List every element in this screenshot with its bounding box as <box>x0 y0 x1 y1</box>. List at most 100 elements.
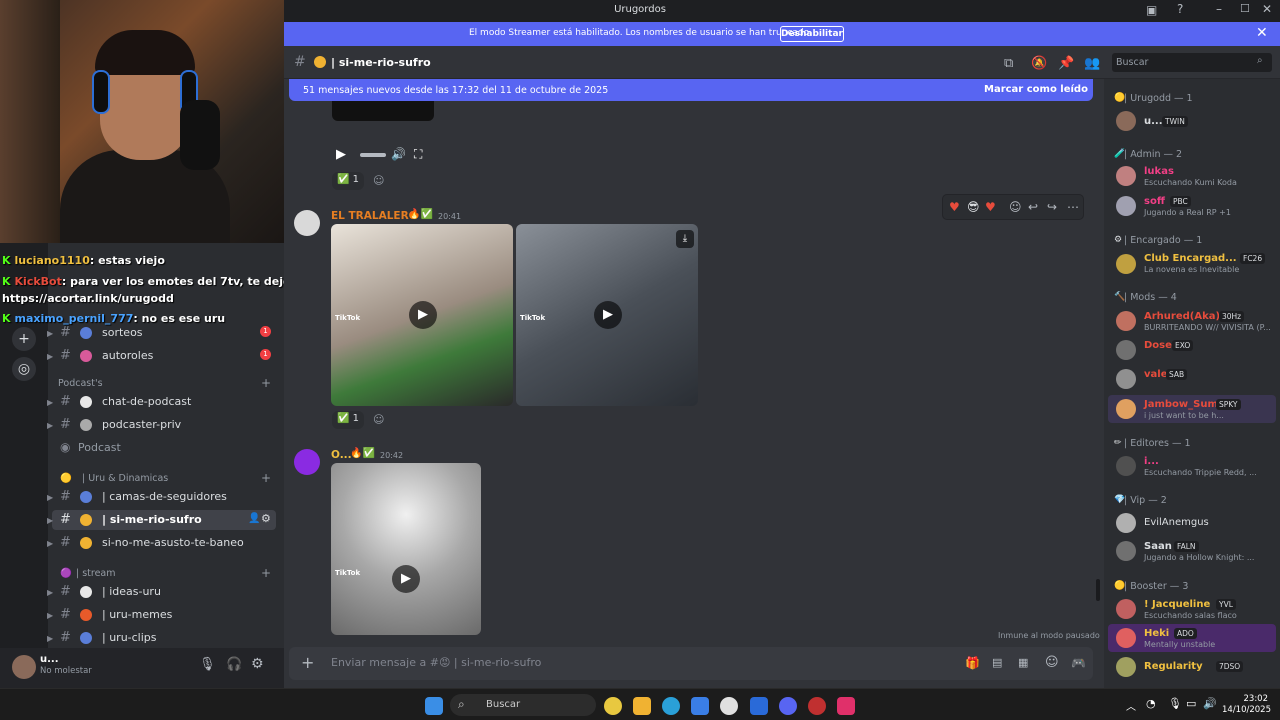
member-name[interactable]: lukas <box>1144 166 1174 177</box>
taskbar-search[interactable]: Buscar <box>450 694 596 716</box>
emoji-icon[interactable]: ☺ <box>1045 655 1059 670</box>
sticker-icon[interactable]: ▦ <box>1018 656 1028 669</box>
volume-icon[interactable]: 🔊 <box>1203 697 1217 710</box>
avatar[interactable] <box>1116 254 1136 274</box>
add-reaction-icon[interactable]: ☺ <box>373 413 384 426</box>
notification-bell-icon[interactable]: 🔕 <box>1031 56 1047 71</box>
settings-icon[interactable]: ⚙ <box>251 656 264 672</box>
avatar[interactable] <box>1116 166 1136 186</box>
category-stream[interactable]: | stream <box>76 568 116 579</box>
channel-uru-clips[interactable]: | uru-clips <box>102 631 157 644</box>
category-uru-dinamicas[interactable]: | Uru & Dinamicas <box>82 473 168 484</box>
cool-face-reaction-icon[interactable]: 😎 <box>967 200 980 214</box>
add-channel-icon[interactable]: + <box>261 471 271 485</box>
avatar[interactable] <box>1116 599 1136 619</box>
message-composer[interactable]: + Enviar mensaje a #😡 | si-me-rio-sufro … <box>289 647 1093 680</box>
network-icon[interactable]: ▭ <box>1186 697 1196 710</box>
avatar[interactable] <box>12 655 36 679</box>
message-author[interactable]: EL TRALALERO <box>331 210 418 222</box>
chatgpt-icon[interactable] <box>720 697 738 715</box>
add-server-icon[interactable]: + <box>12 327 36 351</box>
avatar[interactable] <box>294 210 320 236</box>
maximize-button[interactable]: ☐ <box>1240 2 1250 15</box>
volume-icon[interactable]: 🔊 <box>391 147 406 161</box>
avatar[interactable] <box>1116 399 1136 419</box>
avatar[interactable] <box>1116 513 1136 533</box>
chevron-up-icon[interactable]: ︿ <box>1126 698 1136 713</box>
play-icon[interactable]: ▶ <box>392 565 420 593</box>
channel-camas-de-seguidores[interactable]: | camas-de-seguidores <box>102 490 227 503</box>
apps-icon[interactable]: 🎮 <box>1071 656 1086 670</box>
avatar[interactable] <box>1116 369 1136 389</box>
volume-slider[interactable] <box>360 153 386 157</box>
avatar[interactable] <box>1116 311 1136 331</box>
system-clock[interactable]: 23:02 14/10/2025 <box>1222 694 1271 716</box>
member-name[interactable]: Jambow_Sum <box>1144 399 1218 410</box>
tiktok-video-1[interactable]: TikTok ▶ <box>331 224 513 406</box>
heart-reaction-icon[interactable]: ♥ <box>949 200 960 214</box>
gift-icon[interactable]: 🎁 <box>965 656 980 670</box>
file-explorer-icon[interactable] <box>633 697 651 715</box>
channel-ideas-uru[interactable]: | ideas-uru <box>102 585 161 598</box>
mark-as-read-button[interactable]: Marcar como leído <box>984 84 1088 95</box>
member-name[interactable]: soff <box>1144 196 1165 207</box>
play-icon[interactable]: ▶ <box>594 301 622 329</box>
add-reaction-icon[interactable]: ☺ <box>1009 200 1022 214</box>
store-icon[interactable] <box>691 697 709 715</box>
discord-icon[interactable] <box>779 697 797 715</box>
disable-streamer-button[interactable]: Deshabilitar <box>780 26 844 42</box>
avatar[interactable] <box>1116 196 1136 216</box>
scrollbar[interactable] <box>1096 579 1100 601</box>
more-options-icon[interactable]: ⋯ <box>1067 200 1079 214</box>
explore-icon[interactable]: ◎ <box>12 357 36 381</box>
member-name[interactable]: u... <box>1144 116 1163 127</box>
help-icon[interactable]: ? <box>1177 2 1183 16</box>
reaction-chip[interactable]: ✅ 1 <box>332 172 365 190</box>
member-name[interactable]: Heki <box>1144 628 1169 639</box>
download-icon[interactable]: ⤓ <box>676 230 694 248</box>
channel-si-no-me-asusto[interactable]: si-no-me-asusto-te-baneo <box>102 536 244 549</box>
avatar[interactable] <box>1116 541 1136 561</box>
minimize-button[interactable]: – <box>1216 2 1222 16</box>
app-icon[interactable] <box>808 697 826 715</box>
add-channel-icon[interactable]: + <box>261 566 271 580</box>
member-name[interactable]: Arhured(Aka) <box>1144 311 1220 322</box>
avatar[interactable] <box>1116 111 1136 131</box>
member-name[interactable]: EvilAnemgus <box>1144 517 1209 528</box>
channel-podcaster-priv[interactable]: podcaster-priv <box>102 418 181 431</box>
edge-icon[interactable] <box>662 697 680 715</box>
avatar[interactable] <box>1116 456 1136 476</box>
play-icon[interactable]: ▶ <box>336 147 346 162</box>
microphone-icon[interactable]: 🎙 <box>1168 697 1182 710</box>
invite-icon[interactable]: 👤 <box>248 513 260 524</box>
chrome-icon[interactable] <box>604 697 622 715</box>
member-name[interactable]: i... <box>1144 456 1159 467</box>
close-window-button[interactable]: ✕ <box>1262 2 1272 16</box>
forward-icon[interactable]: ↪ <box>1047 200 1057 214</box>
tiktok-video-3[interactable]: TikTok ▶ <box>331 463 481 635</box>
reply-icon[interactable]: ↩ <box>1028 200 1038 214</box>
member-name[interactable]: Club Encargad... <box>1144 253 1237 264</box>
gif-icon[interactable]: ▤ <box>992 656 1002 669</box>
message-input[interactable]: Enviar mensaje a #😡 | si-me-rio-sufro <box>331 656 541 669</box>
microphone-icon[interactable]: 🎙 <box>199 657 216 672</box>
reaction-chip[interactable]: ✅ 1 <box>332 411 365 429</box>
member-name[interactable]: Saan <box>1144 541 1172 552</box>
tiktok-video-2[interactable]: TikTok ▶ ⤓ <box>516 224 698 406</box>
tiktok-icon[interactable] <box>837 697 855 715</box>
inbox-icon[interactable]: ▣ <box>1146 3 1157 17</box>
avatar[interactable] <box>1116 340 1136 360</box>
search-input[interactable]: Buscar <box>1112 53 1272 72</box>
add-channel-icon[interactable]: + <box>261 376 271 390</box>
new-messages-bar[interactable]: 51 mensajes nuevos desde las 17:32 del 1… <box>289 79 1093 101</box>
headphones-icon[interactable]: 🎧 <box>226 657 242 672</box>
app-icon[interactable] <box>750 697 768 715</box>
avatar[interactable] <box>1116 628 1136 648</box>
channel-autoroles[interactable]: autoroles <box>102 349 153 362</box>
channel-podcast[interactable]: Podcast <box>78 441 121 454</box>
member-list-icon[interactable]: 👥 <box>1084 56 1100 71</box>
member-name[interactable]: Regularity <box>1144 661 1203 672</box>
threads-icon[interactable]: ⧉ <box>1004 56 1013 71</box>
start-icon[interactable] <box>425 697 443 715</box>
tray-icon[interactable]: ◔ <box>1146 697 1156 710</box>
